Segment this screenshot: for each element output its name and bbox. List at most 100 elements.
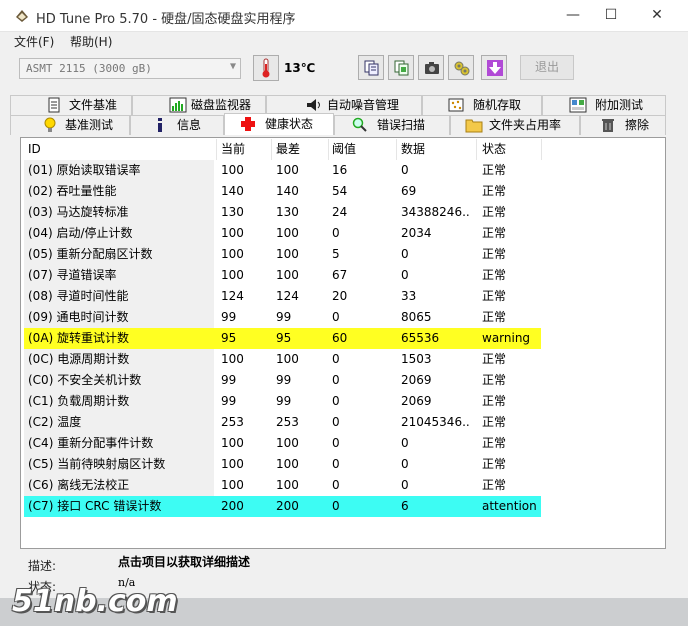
tab-info[interactable]: 信息	[130, 115, 224, 135]
current-value: 253	[221, 415, 244, 429]
status: 正常	[482, 205, 507, 219]
worst-value: 100	[276, 226, 299, 240]
threshold-value: 54	[332, 184, 348, 198]
speaker-icon	[307, 99, 320, 111]
threshold-value: 67	[332, 268, 348, 282]
tab-label: 自动噪音管理	[327, 98, 400, 112]
tab-file-benchmark[interactable]: 文件基准	[10, 95, 132, 115]
hdtune-app-icon	[16, 10, 28, 22]
column-header[interactable]: 当前	[221, 139, 271, 160]
menu-help[interactable]: 帮助(H)	[70, 33, 112, 50]
attribute-id: (C5) 当前待映射扇区计数	[28, 457, 166, 471]
tab-label: 随机存取	[473, 98, 522, 112]
worst-value: 99	[276, 310, 292, 324]
maximize-button[interactable]: ☐	[588, 0, 634, 31]
folder-icon	[465, 119, 483, 133]
worst-value: 130	[276, 205, 299, 219]
attribute-id: (02) 吞吐量性能	[28, 184, 117, 198]
tab-folder-usage[interactable]: 文件夹占用率	[450, 115, 580, 135]
attribute-id: (09) 通电时间计数	[28, 310, 129, 324]
file-benchmark-icon	[48, 97, 60, 113]
column-header[interactable]: 状态	[482, 139, 542, 160]
copy-all-button[interactable]	[388, 55, 414, 80]
raw-data: 1503	[401, 352, 432, 366]
tab-label: 错误扫描	[377, 118, 426, 132]
raw-data: 0	[401, 478, 409, 492]
status: 正常	[482, 289, 507, 303]
options-button[interactable]	[448, 55, 474, 80]
raw-data: 0	[401, 247, 409, 261]
worst-value: 100	[276, 478, 299, 492]
tab-label: 磁盘监视器	[191, 98, 252, 112]
tab-erase[interactable]: 擦除	[580, 115, 666, 135]
column-divider[interactable]	[216, 139, 217, 160]
threshold-value: 0	[332, 352, 340, 366]
attribute-id: (04) 启动/停止计数	[28, 226, 133, 240]
tab-disk-monitor[interactable]: 磁盘监视器	[132, 95, 266, 115]
status: 正常	[482, 373, 507, 387]
column-header[interactable]: ID	[28, 139, 214, 160]
status: 正常	[482, 457, 507, 471]
threshold-value: 0	[332, 310, 340, 324]
copy-info-button[interactable]	[358, 55, 384, 80]
menu-file[interactable]: 文件(F)	[14, 33, 54, 50]
title-bar: HD Tune Pro 5.70 - 硬盘/固态硬盘实用程序 — ☐ ✕	[0, 0, 688, 32]
status: 正常	[482, 226, 507, 240]
attribute-id: (05) 重新分配扇区计数	[28, 247, 153, 261]
worst-value: 99	[276, 394, 292, 408]
column-divider[interactable]	[271, 139, 272, 160]
raw-data: 2034	[401, 226, 432, 240]
tab-noise-management[interactable]: 自动噪音管理	[266, 95, 422, 115]
save-button[interactable]	[481, 55, 507, 80]
attribute-id: (C1) 负载周期计数	[28, 394, 130, 408]
threshold-value: 0	[332, 226, 340, 240]
column-divider[interactable]	[396, 139, 397, 160]
worst-value: 99	[276, 373, 292, 387]
attribute-id: (08) 寻道时间性能	[28, 289, 129, 303]
raw-data: 0	[401, 436, 409, 450]
current-value: 130	[221, 205, 244, 219]
worst-value: 140	[276, 184, 299, 198]
tab-label: 基准测试	[65, 118, 114, 132]
status: 正常	[482, 163, 507, 177]
description-value: 点击项目以获取详细描述	[118, 555, 251, 569]
trash-icon	[602, 119, 614, 132]
current-value: 100	[221, 163, 244, 177]
close-button[interactable]: ✕	[634, 0, 680, 31]
raw-data: 2069	[401, 394, 432, 408]
attribute-id: (C4) 重新分配事件计数	[28, 436, 154, 450]
current-value: 99	[221, 394, 237, 408]
raw-data: 2069	[401, 373, 432, 387]
threshold-value: 60	[332, 331, 348, 345]
copy-icon	[364, 60, 379, 76]
column-divider[interactable]	[541, 139, 542, 160]
exit-button[interactable]: 退出	[520, 55, 574, 80]
tab-label: 文件基准	[69, 98, 118, 112]
worst-value: 100	[276, 268, 299, 282]
tab-label: 信息	[177, 118, 202, 132]
tab-error-scan[interactable]: 错误扫描	[334, 115, 450, 135]
status: 正常	[482, 394, 507, 408]
threshold-value: 0	[332, 478, 340, 492]
description-label: 描述:	[28, 559, 57, 573]
drive-select[interactable]: ASMT 2115 (3000 gB) ▼	[19, 58, 241, 79]
status: warning	[482, 331, 531, 345]
column-header[interactable]: 阈值	[332, 139, 392, 160]
tab-health[interactable]: 健康状态	[224, 113, 334, 135]
down-arrow-icon	[487, 60, 503, 76]
column-header[interactable]: 数据	[401, 139, 471, 160]
gears-icon	[454, 61, 470, 76]
temperature-button[interactable]	[253, 55, 279, 81]
temperature-readout: 13℃	[284, 61, 316, 75]
column-header[interactable]: 最差	[276, 139, 331, 160]
column-divider[interactable]	[328, 139, 329, 160]
threshold-value: 0	[332, 394, 340, 408]
tab-random-access[interactable]: 随机存取	[422, 95, 542, 115]
threshold-value: 0	[332, 436, 340, 450]
attribute-id: (03) 马达旋转标准	[28, 205, 129, 219]
column-divider[interactable]	[476, 139, 477, 160]
current-value: 99	[221, 373, 237, 387]
screenshot-button[interactable]	[418, 55, 444, 80]
tab-benchmark[interactable]: 基准测试	[10, 115, 130, 135]
tab-extra-tests[interactable]: 附加测试	[542, 95, 666, 115]
